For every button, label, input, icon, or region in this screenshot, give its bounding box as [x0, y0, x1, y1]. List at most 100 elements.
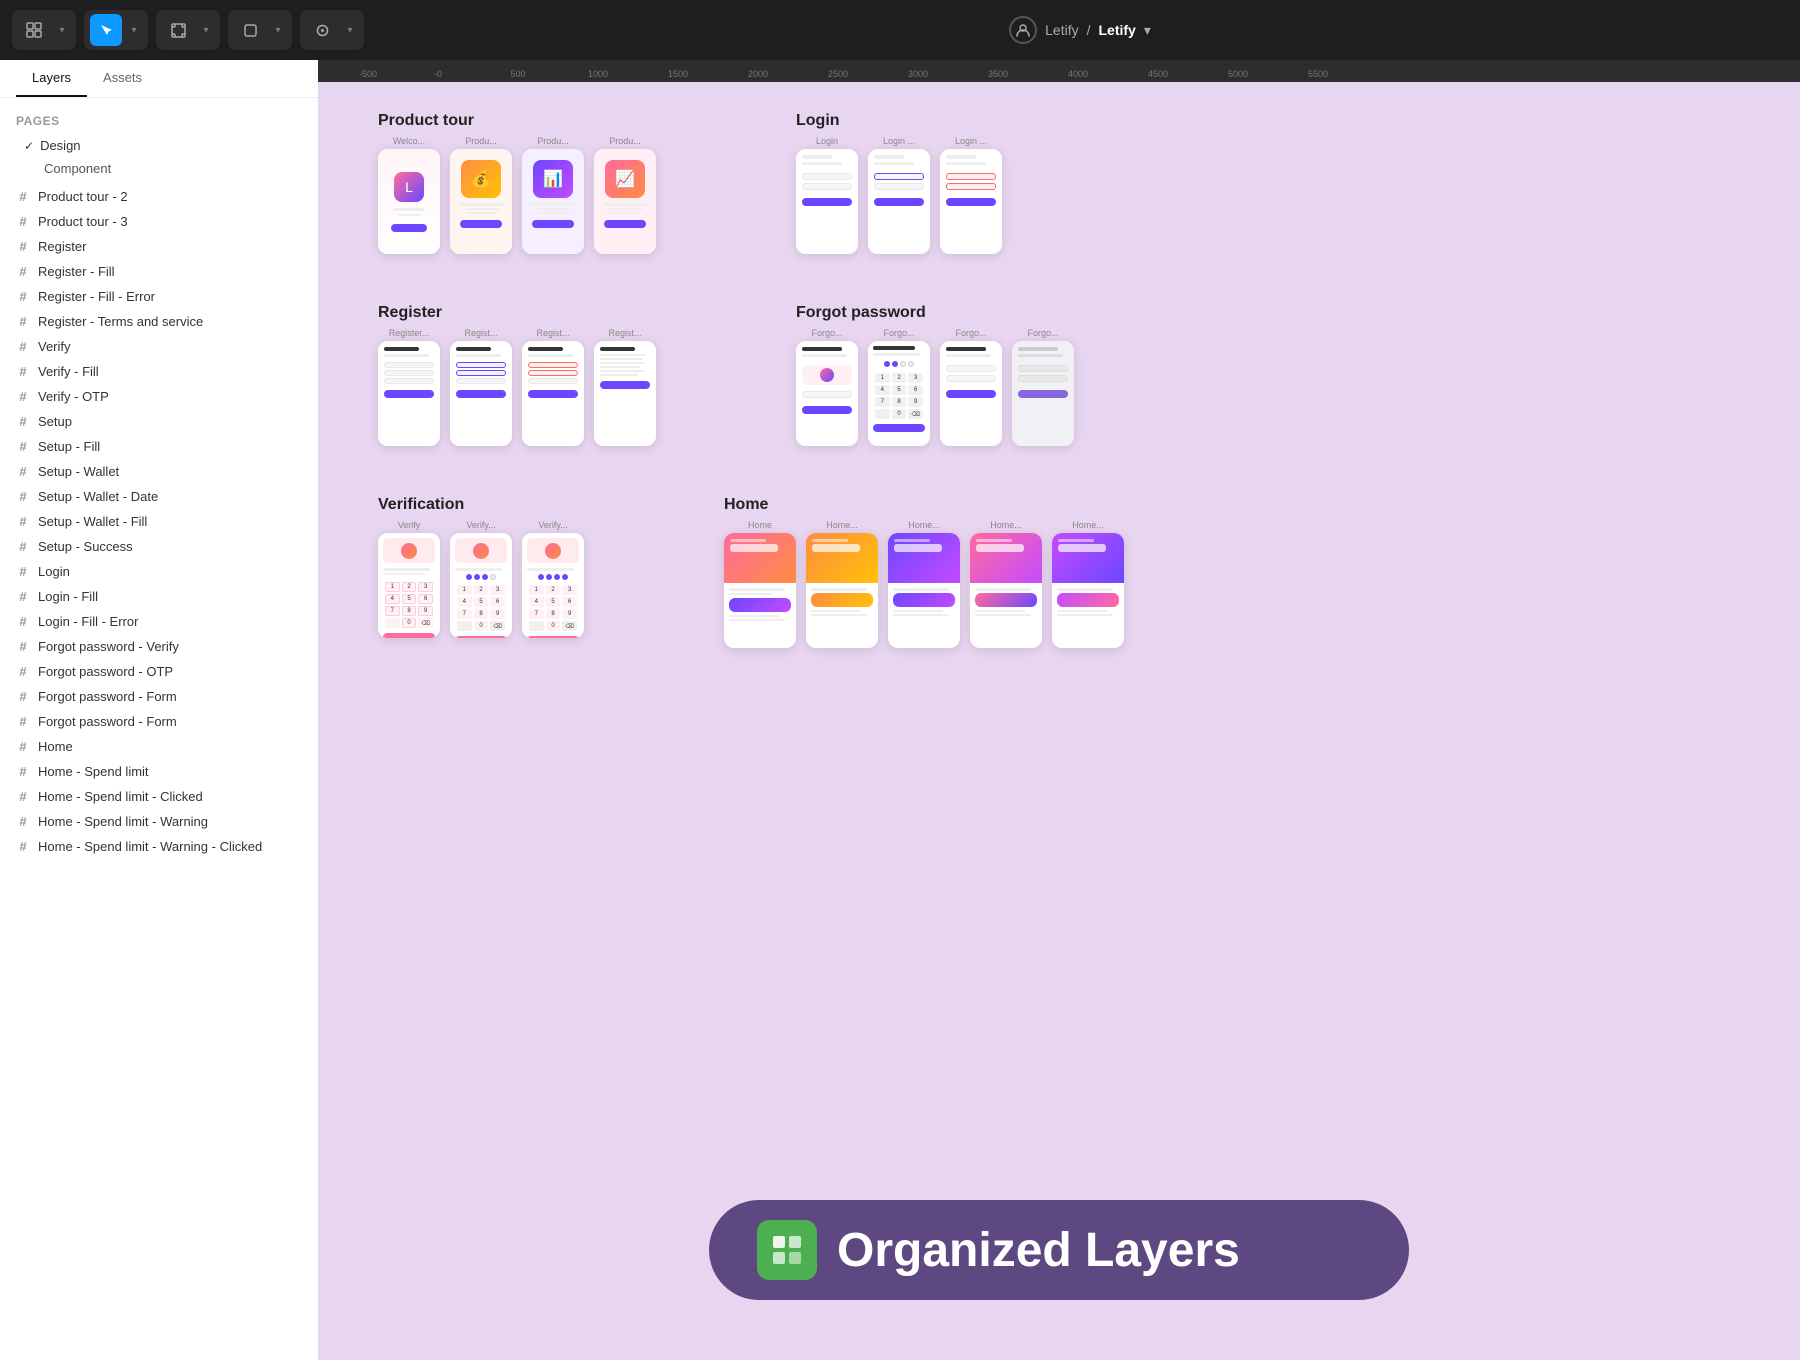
layer-forgot-otp[interactable]: # Forgot password - OTP: [0, 659, 318, 684]
layer-home-spend[interactable]: # Home - Spend limit: [0, 759, 318, 784]
layer-label: Forgot password - OTP: [38, 664, 173, 679]
frame-home-4[interactable]: Home...: [970, 520, 1042, 648]
layer-product-tour-2[interactable]: # Product tour - 2: [0, 184, 318, 209]
frame-login-2[interactable]: Login ...: [868, 136, 930, 254]
frame-home-2[interactable]: Home...: [806, 520, 878, 648]
layer-forgot-form-1[interactable]: # Forgot password - Form: [0, 684, 318, 709]
frame-home-5[interactable]: Home...: [1052, 520, 1124, 648]
hash-icon: #: [16, 564, 30, 579]
shape-tool-btn[interactable]: [234, 14, 266, 46]
frame-label-product-4: Produ...: [609, 136, 641, 146]
overlay-text: Organized Layers: [837, 1223, 1240, 1278]
layer-verify-fill[interactable]: # Verify - Fill: [0, 359, 318, 384]
frame-forgot-2[interactable]: Forgo...: [868, 328, 930, 446]
ruler-mark: 1000: [558, 69, 638, 82]
frame-thumb-product-4: 📈: [594, 149, 656, 254]
user-avatar: [1009, 16, 1037, 44]
sidebar-content: Pages ✓ Design Component # Product tour …: [0, 98, 318, 1360]
page-component[interactable]: Component: [16, 157, 302, 180]
frames-product-tour: Welco... L: [378, 136, 656, 254]
layer-verify-otp[interactable]: # Verify - OTP: [0, 384, 318, 409]
layer-product-tour-3[interactable]: # Product tour - 3: [0, 209, 318, 234]
layer-forgot-form-2[interactable]: # Forgot password - Form: [0, 709, 318, 734]
frame-label-forgot-2: Forgo...: [883, 328, 914, 338]
frame-home-1[interactable]: Home: [724, 520, 796, 648]
pen-tool-btn[interactable]: [306, 14, 338, 46]
layer-label: Setup: [38, 414, 72, 429]
section-forgot: Forgot password Forgo...: [796, 304, 1074, 446]
frame-forgot-1[interactable]: Forgo...: [796, 328, 858, 446]
layer-setup-fill[interactable]: # Setup - Fill: [0, 434, 318, 459]
layer-login-fill[interactable]: # Login - Fill: [0, 584, 318, 609]
frame-forgot-3[interactable]: Forgo...: [940, 328, 1002, 446]
layer-label: Forgot password - Verify: [38, 639, 179, 654]
frame-login-1[interactable]: Login: [796, 136, 858, 254]
section-title-login: Login: [796, 112, 1002, 130]
frame-product-2[interactable]: Produ... 💰: [450, 136, 512, 254]
frame-product-4[interactable]: Produ... 📈: [594, 136, 656, 254]
frame-verify-3[interactable]: Verify...: [522, 520, 584, 638]
pen-chevron-icon[interactable]: ▾: [342, 14, 358, 46]
layer-login-fill-error[interactable]: # Login - Fill - Error: [0, 609, 318, 634]
frame-label-forgot-1: Forgo...: [811, 328, 842, 338]
tab-assets[interactable]: Assets: [87, 60, 158, 97]
layer-home[interactable]: # Home: [0, 734, 318, 759]
frame-register-terms[interactable]: Regist...: [594, 328, 656, 446]
tab-layers[interactable]: Layers: [16, 60, 87, 97]
grid-tool-btn[interactable]: [18, 14, 50, 46]
shape-chevron-icon[interactable]: ▾: [270, 14, 286, 46]
frame-tool-btn[interactable]: [162, 14, 194, 46]
frame-register-3[interactable]: Regist...: [522, 328, 584, 446]
layer-setup[interactable]: # Setup: [0, 409, 318, 434]
select-chevron-icon[interactable]: ▾: [126, 14, 142, 46]
frame-forgot-4[interactable]: Forgo...: [1012, 328, 1074, 446]
frame-home-3[interactable]: Home...: [888, 520, 960, 648]
frame-verify-1[interactable]: Verify 1: [378, 520, 440, 638]
frame-product-3[interactable]: Produ... 📊: [522, 136, 584, 254]
pen-tool-group: ▾: [300, 10, 364, 50]
canvas-area[interactable]: -500 -0 500 1000 1500 2000 2500 3000 350…: [318, 60, 1800, 1360]
canvas-grid: Product tour Welco... L: [378, 112, 1778, 698]
frame-welcome[interactable]: Welco... L: [378, 136, 440, 254]
frame-register-1[interactable]: Register...: [378, 328, 440, 446]
layer-home-spend-warning[interactable]: # Home - Spend limit - Warning: [0, 809, 318, 834]
main-layout: Layers Assets Pages ✓ Design Component #…: [0, 60, 1800, 1360]
frame-thumb-home-5: [1052, 533, 1124, 648]
layer-forgot-verify[interactable]: # Forgot password - Verify: [0, 634, 318, 659]
hash-icon: #: [16, 414, 30, 429]
layer-setup-wallet-fill[interactable]: # Setup - Wallet - Fill: [0, 509, 318, 534]
ruler-mark: 5000: [1198, 69, 1278, 82]
layer-verify[interactable]: # Verify: [0, 334, 318, 359]
hash-icon: #: [16, 514, 30, 529]
frame-verify-2[interactable]: Verify...: [450, 520, 512, 638]
layer-login[interactable]: # Login: [0, 559, 318, 584]
hash-icon: #: [16, 614, 30, 629]
hash-icon: #: [16, 214, 30, 229]
layer-setup-success[interactable]: # Setup - Success: [0, 534, 318, 559]
page-design[interactable]: ✓ Design: [16, 134, 302, 157]
frame-register-2[interactable]: Regist...: [450, 328, 512, 446]
layer-register[interactable]: # Register: [0, 234, 318, 259]
toolbar-center: Letify / Letify ▾: [372, 16, 1788, 44]
frame-login-3[interactable]: Login ...: [940, 136, 1002, 254]
frame-thumb-login-1: [796, 149, 858, 254]
layer-home-spend-clicked[interactable]: # Home - Spend limit - Clicked: [0, 784, 318, 809]
layer-register-fill[interactable]: # Register - Fill: [0, 259, 318, 284]
select-tool-btn[interactable]: [90, 14, 122, 46]
design-row-1: Product tour Welco... L: [378, 112, 1778, 254]
layer-setup-wallet[interactable]: # Setup - Wallet: [0, 459, 318, 484]
layer-label: Setup - Wallet - Fill: [38, 514, 147, 529]
layer-home-spend-warning-clicked[interactable]: # Home - Spend limit - Warning - Clicked: [0, 834, 318, 859]
canvas-content[interactable]: Product tour Welco... L: [318, 82, 1800, 1360]
layer-label: Setup - Fill: [38, 439, 100, 454]
layer-register-fill-error[interactable]: # Register - Fill - Error: [0, 284, 318, 309]
layer-label: Setup - Wallet - Date: [38, 489, 158, 504]
ruler-mark: 1500: [638, 69, 718, 82]
frame-label-register-terms: Regist...: [608, 328, 641, 338]
file-chevron-icon[interactable]: ▾: [1144, 22, 1151, 39]
pages-title: Pages: [16, 114, 302, 128]
layer-setup-wallet-date[interactable]: # Setup - Wallet - Date: [0, 484, 318, 509]
chevron-down-icon[interactable]: ▾: [54, 14, 70, 46]
layer-register-terms[interactable]: # Register - Terms and service: [0, 309, 318, 334]
frame-chevron-icon[interactable]: ▾: [198, 14, 214, 46]
